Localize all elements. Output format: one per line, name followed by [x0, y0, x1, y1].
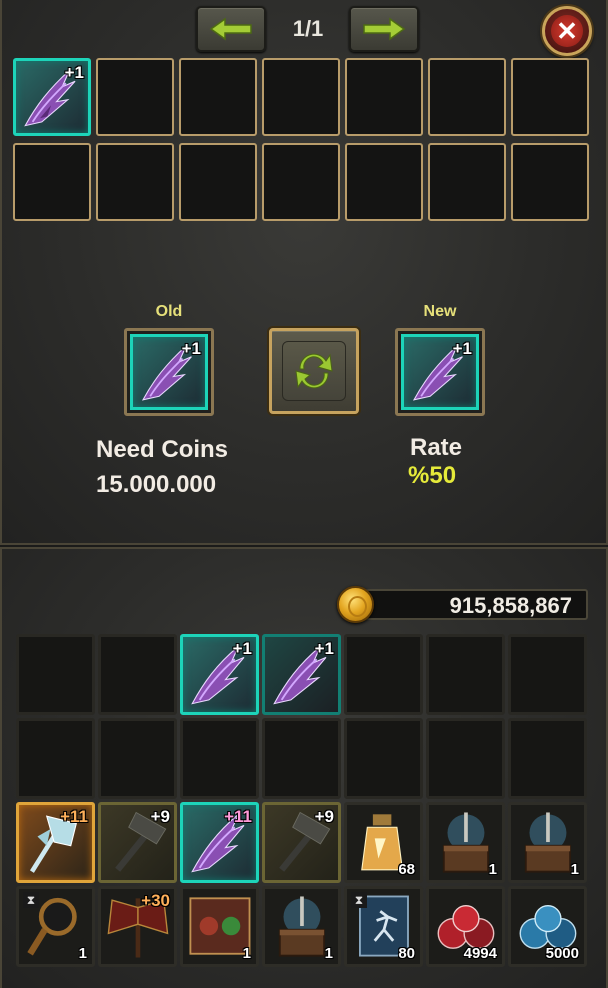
need-coins-label: Need Coins — [96, 436, 229, 463]
inventory-slot-item[interactable]: ⧗ 80 — [344, 886, 423, 967]
inventory-slot-empty[interactable] — [344, 718, 423, 799]
inventory-slot-empty[interactable] — [16, 634, 95, 715]
enhance-level: +1 — [181, 339, 201, 358]
hourglass-icon: ⧗ — [351, 892, 367, 908]
inventory-slot-empty[interactable] — [16, 718, 95, 799]
enhance-level: +1 — [452, 339, 472, 358]
enhance-level: +9 — [314, 807, 334, 826]
close-icon: ✕ — [551, 15, 583, 47]
inventory-slot-item[interactable]: +9 — [98, 802, 177, 883]
inventory-slot-empty[interactable] — [508, 634, 587, 715]
upgrade-slot-empty[interactable] — [511, 143, 589, 221]
upgrade-slot-empty[interactable] — [179, 143, 257, 221]
inventory-slot-item[interactable]: 4994 — [426, 886, 505, 967]
enhance-level: +9 — [150, 807, 170, 826]
need-coins-value: 15.000.000 — [96, 471, 217, 498]
inventory-slot-item[interactable]: 1 — [508, 802, 587, 883]
item-quantity: 1 — [324, 945, 333, 962]
refresh-icon — [295, 353, 333, 389]
inventory-slot-item[interactable]: +11 — [16, 802, 95, 883]
inventory-slot-empty[interactable] — [508, 718, 587, 799]
new-label: New — [423, 303, 457, 320]
inventory-slot-item[interactable]: 68 — [344, 802, 423, 883]
inventory-slot-item[interactable]: +1 — [262, 634, 341, 715]
old-item-slot[interactable]: +1 — [124, 328, 214, 416]
item-quantity: 68 — [398, 861, 415, 878]
item-quantity: 1 — [78, 945, 87, 962]
upgrade-slot-empty[interactable] — [96, 58, 174, 136]
upgrade-slot-empty[interactable] — [13, 143, 91, 221]
prev-page-button[interactable] — [196, 6, 266, 52]
new-item-slot[interactable]: +1 — [395, 328, 485, 416]
upgrade-slot-empty[interactable] — [345, 143, 423, 221]
upgrade-slot-empty[interactable] — [511, 58, 589, 136]
inventory-slot-empty[interactable] — [426, 634, 505, 715]
inventory-slot-item[interactable]: 1 — [262, 886, 341, 967]
inventory-slot-item[interactable]: 5000 — [508, 886, 587, 967]
item-quantity: 80 — [398, 945, 415, 962]
page-indicator: 1/1 — [292, 16, 324, 41]
enhance-level: +11 — [224, 807, 252, 826]
inventory-slot-empty[interactable] — [98, 634, 177, 715]
hourglass-icon: ⧗ — [23, 892, 39, 908]
arrow-left-icon — [209, 17, 252, 41]
inventory-slot-empty[interactable] — [426, 718, 505, 799]
inventory-slot-item[interactable]: +1 — [180, 634, 259, 715]
enhance-level: +1 — [314, 639, 334, 658]
upgrade-slot-empty[interactable] — [428, 58, 506, 136]
enhance-level: +1 — [64, 63, 84, 82]
rate-value: %50 — [408, 462, 457, 489]
inventory-slot-item[interactable]: 1 — [180, 886, 259, 967]
enhance-level: +30 — [141, 891, 170, 910]
inventory-slot-item[interactable]: +11 — [180, 802, 259, 883]
inventory-slot-empty[interactable] — [180, 718, 259, 799]
inventory-slot-item[interactable]: +9 — [262, 802, 341, 883]
enhance-level: +11 — [60, 807, 88, 826]
enhance-level: +1 — [232, 639, 252, 658]
item-quantity: 1 — [570, 861, 579, 878]
upgrade-slot-item[interactable]: +1 — [13, 58, 91, 136]
upgrade-slot-empty[interactable] — [345, 58, 423, 136]
inventory-slot-item[interactable]: 1 — [426, 802, 505, 883]
inventory-slot-empty[interactable] — [344, 634, 423, 715]
upgrade-slots-row-2 — [13, 143, 589, 221]
upgrade-slot-empty[interactable] — [262, 143, 340, 221]
inventory-slot-empty[interactable] — [262, 718, 341, 799]
upgrade-slot-empty[interactable] — [179, 58, 257, 136]
inventory-slot-item[interactable]: ⧗ 1 — [16, 886, 95, 967]
item-quantity: 1 — [242, 945, 251, 962]
coin-balance: 915,858,867 — [352, 589, 588, 620]
old-label: Old — [155, 303, 183, 320]
arrow-right-icon — [363, 17, 406, 41]
upgrade-slot-empty[interactable] — [428, 143, 506, 221]
old-item: +1 — [130, 334, 208, 410]
close-button[interactable]: ✕ — [542, 6, 592, 56]
upgrade-slot-empty[interactable] — [96, 143, 174, 221]
upgrade-slot-empty[interactable] — [262, 58, 340, 136]
rate-label: Rate — [410, 434, 463, 461]
item-quantity: 1 — [488, 861, 497, 878]
upgrade-slots-row-1: +1 — [13, 58, 589, 136]
next-page-button[interactable] — [349, 6, 419, 52]
upgrade-swap-button[interactable] — [269, 328, 359, 414]
coin-balance-value: 915,858,867 — [449, 593, 572, 618]
inventory-grid: +1 +1 +11 +9 +11 +9 68 1 1 ⧗ 1 +30 1 1 ⧗ 80 4994 5000 — [16, 634, 587, 967]
inventory-slot-empty[interactable] — [98, 718, 177, 799]
item-quantity: 5000 — [545, 945, 579, 962]
inventory-slot-item[interactable]: +30 — [98, 886, 177, 967]
gold-coin-icon — [337, 586, 374, 623]
item-quantity: 4994 — [463, 945, 497, 962]
new-item: +1 — [401, 334, 479, 410]
